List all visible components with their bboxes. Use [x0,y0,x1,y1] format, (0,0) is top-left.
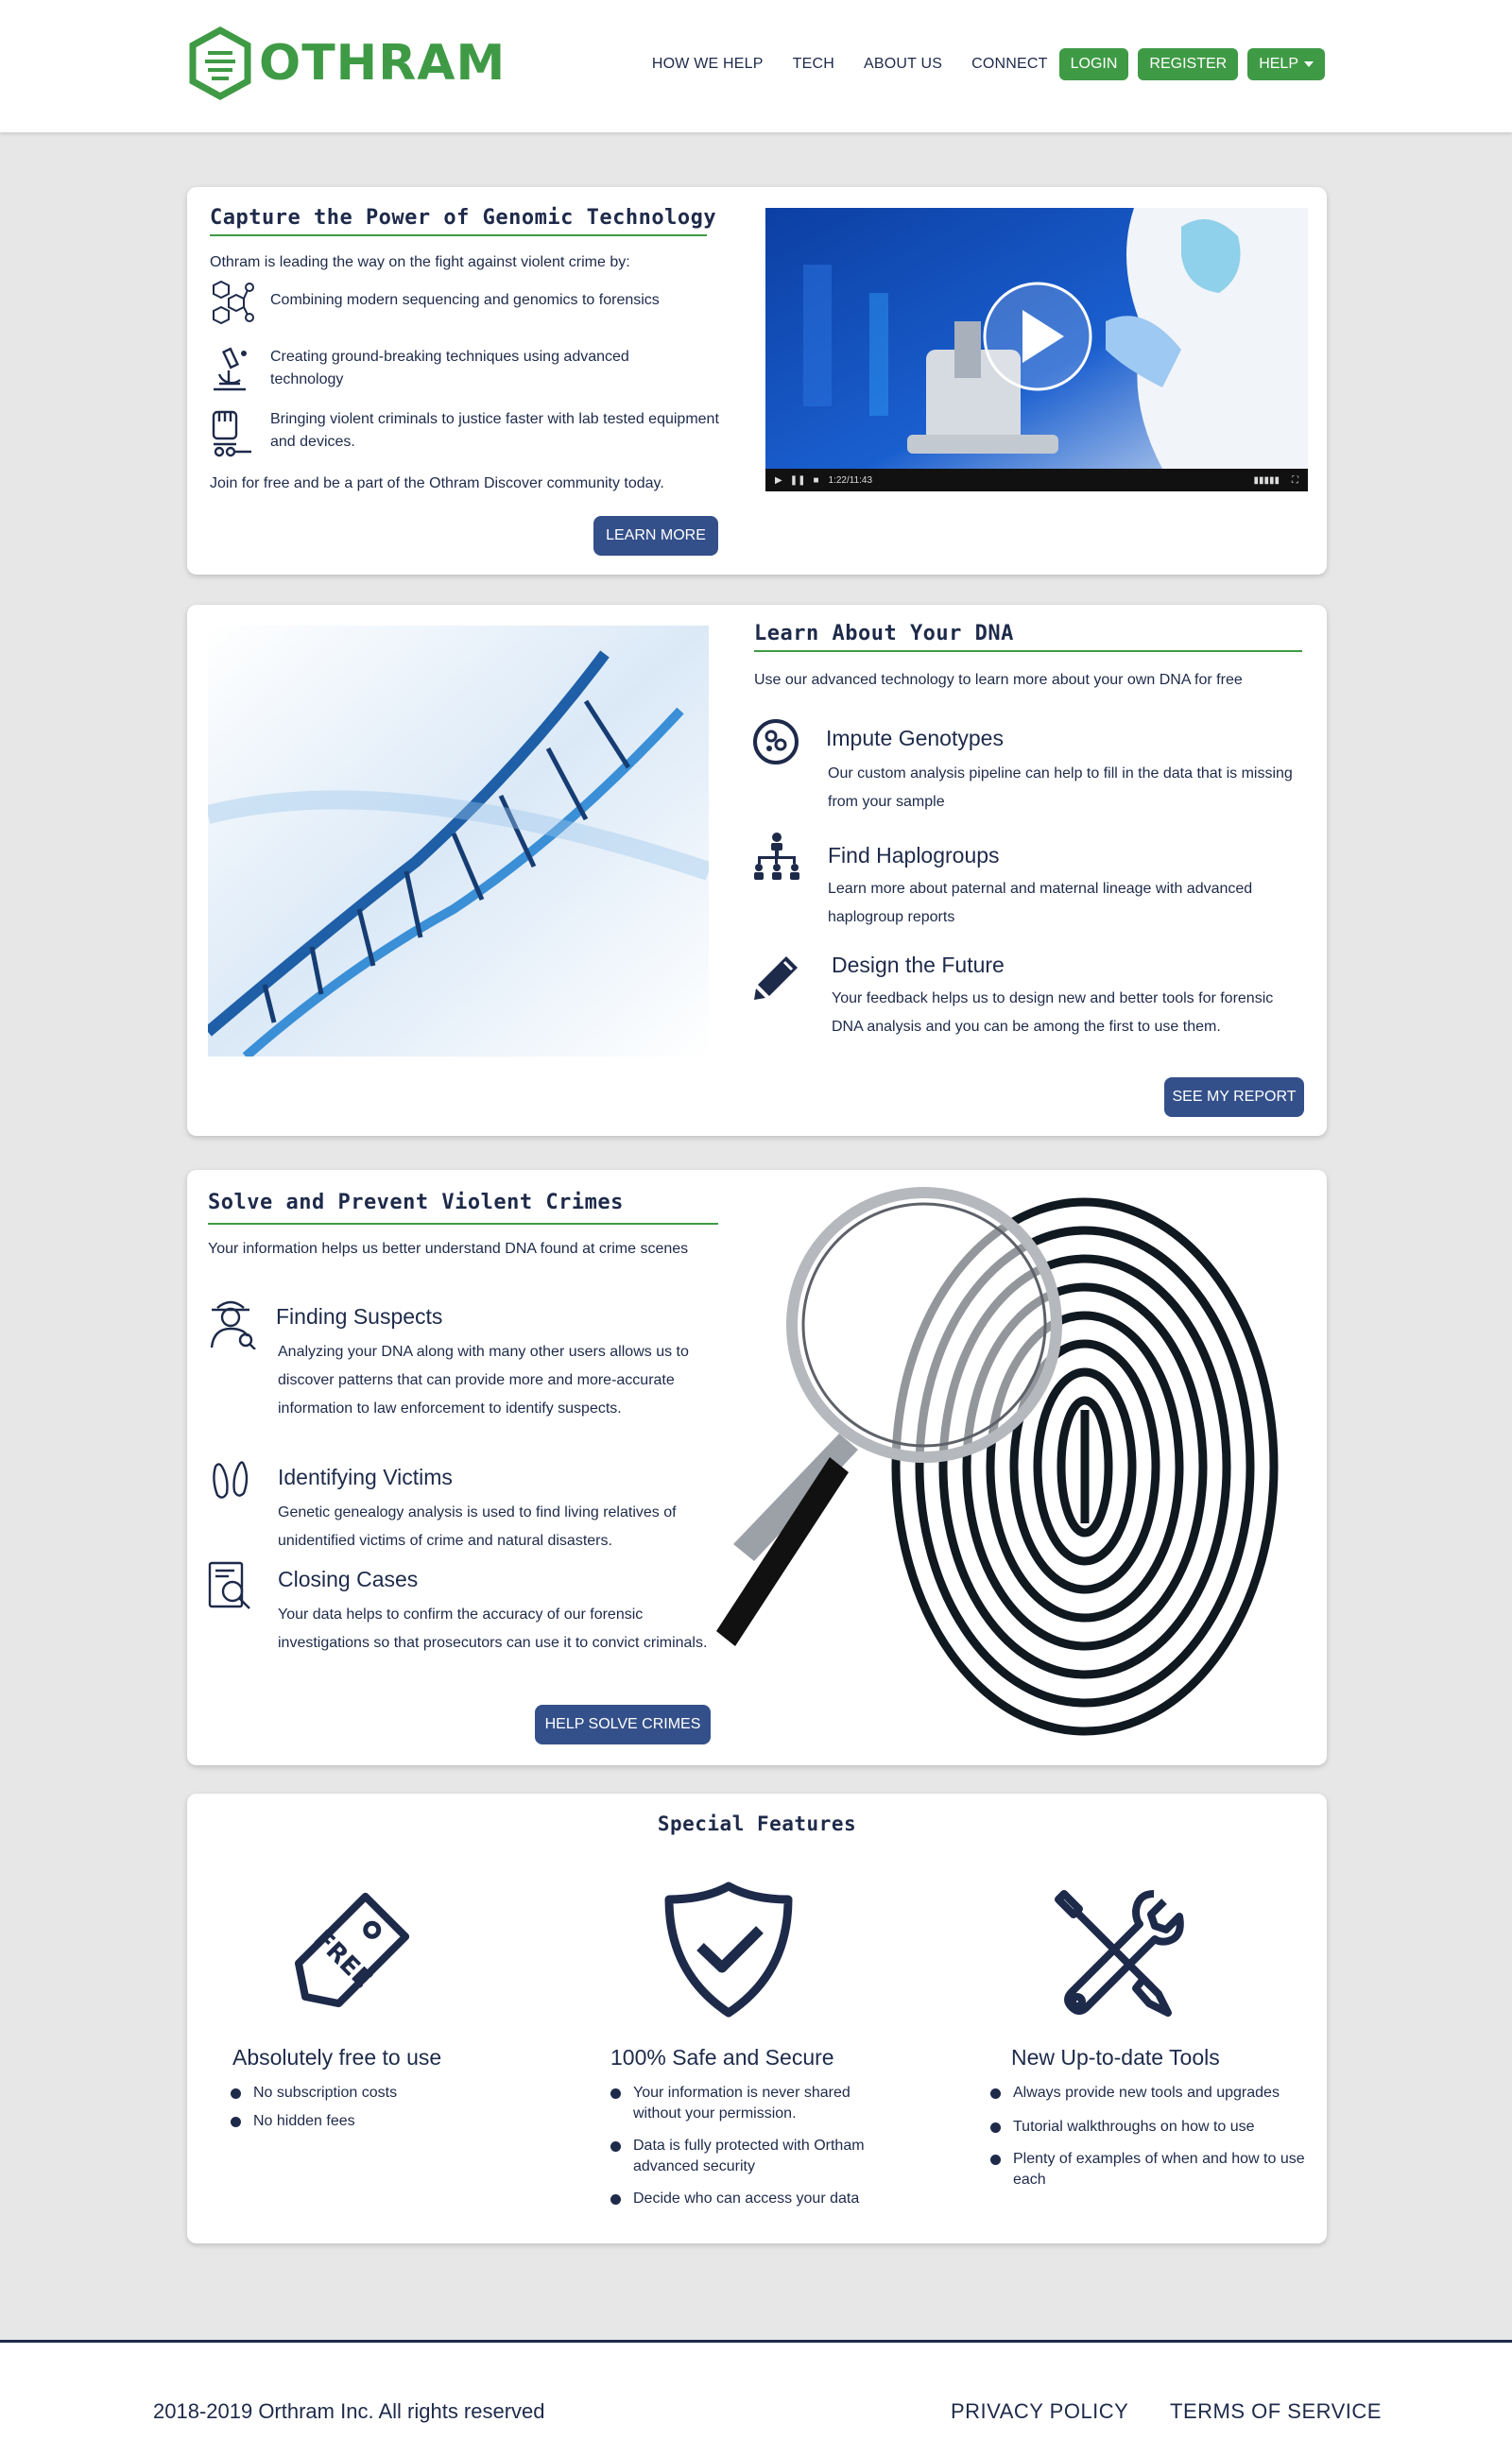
finding-suspects-text: Analyzing your DNA along with many other… [278,1344,689,1417]
closing-cases-text: Your data helps to confirm the accuracy … [278,1606,708,1651]
capture-item-2: Creating ground-breaking techniques usin… [270,349,629,387]
dna-intro: Use our advanced technology to learn mor… [754,672,1243,688]
identifying-victims-title: Identifying Victims [278,1465,453,1489]
terms-of-service-link[interactable]: TERMS OF SERVICE [1170,2399,1382,2424]
dna-helix-image [208,626,709,1057]
learn-more-button[interactable]: LEARN MORE [593,516,718,556]
nav-connect[interactable]: CONNECT [971,56,1048,73]
identifying-victims-text: Genetic genealogy analysis is used to fi… [278,1504,677,1549]
molecule-icon [213,280,254,325]
fullscreen-icon[interactable]: ⛶ [1292,475,1298,486]
footprints-icon [213,1461,249,1499]
crimes-title: Solve and Prevent Violent Crimes [208,1191,624,1214]
capture-join-text: Join for free and be a part of the Othra… [210,475,664,491]
caret-down-icon [1304,61,1314,67]
capture-intro: Othram is leading the way on the fight a… [210,254,630,270]
video-player[interactable]: ▶ ❚❚ ■ 1:22/11:43 ▮▮▮▮▮ ⛶ [765,208,1308,491]
design-future-text: Your feedback helps us to design new and… [832,990,1274,1035]
feature-3-bullet-1: Always provide new tools and upgrades [990,2083,1315,2104]
help-solve-crimes-button[interactable]: HELP SOLVE CRIMES [535,1705,711,1744]
features-card: Special Features FREE Absolutely free to… [187,1794,1327,2243]
detective-icon [210,1300,256,1349]
capture-item-3: Bringing violent criminals to justice fa… [270,411,719,450]
feature-2-bullet-3: Decide who can access your data [610,2189,898,2209]
main-nav: HOW WE HELP TECH ABOUT US CONNECT LOGIN … [652,48,1325,80]
nav-how-we-help[interactable]: HOW WE HELP [652,56,764,73]
features-title: Special Features [657,1813,857,1835]
copyright-text: 2018-2019 Orthram Inc. All rights reserv… [153,2399,545,2423]
title-underline [208,1223,718,1225]
privacy-policy-link[interactable]: PRIVACY POLICY [951,2399,1128,2424]
closing-cases-title: Closing Cases [278,1567,419,1591]
finding-suspects-title: Finding Suspects [276,1304,443,1329]
shield-check-icon [664,1881,793,2018]
design-future-title: Design the Future [832,953,1005,977]
feature-3-bullet-3: Plenty of examples of when and how to us… [990,2149,1315,2191]
hierarchy-icon [754,833,799,880]
pencil-icon [754,956,798,1000]
title-underline [754,650,1302,652]
nav-about-us[interactable]: ABOUT US [864,56,942,73]
feature-2-title: 100% Safe and Secure [610,2045,834,2070]
pause-icon[interactable]: ❚❚ [790,475,806,486]
stop-icon[interactable]: ■ [813,475,818,486]
feature-1-bullet-2: No hidden fees [231,2111,480,2132]
crimes-intro: Your information helps us better underst… [208,1241,689,1257]
dna-card: Learn About Your DNA Use our advanced te… [187,605,1327,1136]
logo[interactable]: OTHRAM [187,26,506,100]
find-haplogroups-title: Find Haplogroups [828,843,1000,868]
crimes-card: Solve and Prevent Violent Crimes Your in… [187,1170,1327,1765]
feature-2-bullet-1: Your information is never shared without… [610,2083,898,2124]
free-tag-icon: FREE [294,1892,410,2008]
feature-1-bullet-1: No subscription costs [231,2083,480,2104]
find-haplogroups-text: Learn more about paternal and maternal l… [828,881,1253,925]
volume-icon[interactable]: ▮▮▮▮▮ [1253,475,1280,486]
hexagon-logo-icon [189,26,251,100]
title-underline [210,234,707,236]
nav-tech[interactable]: TECH [793,56,834,73]
logo-text: OTHRAM [259,35,507,92]
help-label: HELP [1259,56,1298,72]
document-search-icon [208,1561,250,1609]
cell-icon [753,719,799,765]
justice-fist-icon [212,410,251,457]
capture-item-1: Combining modern sequencing and genomics… [270,292,660,308]
feature-3-title: New Up-to-date Tools [1011,2045,1220,2070]
feature-3-bullet-2: Tutorial walkthroughs on how to use [990,2117,1315,2138]
impute-genotypes-title: Impute Genotypes [826,726,1004,750]
video-controls[interactable]: ▶ ❚❚ ■ 1:22/11:43 ▮▮▮▮▮ ⛶ [765,469,1308,491]
see-my-report-button[interactable]: SEE MY REPORT [1164,1077,1304,1117]
play-icon[interactable]: ▶ [775,475,782,486]
dna-title: Learn About Your DNA [754,622,1014,645]
site-footer: 2018-2019 Orthram Inc. All rights reserv… [0,2340,1512,2457]
feature-2-bullet-2: Data is fully protected with Ortham adva… [610,2136,898,2177]
login-button[interactable]: LOGIN [1058,48,1129,80]
video-time: 1:22/11:43 [828,474,873,486]
help-dropdown[interactable]: HELP [1247,48,1325,80]
fingerprint-magnifier-image [716,1187,1279,1736]
tools-icon [1055,1890,1184,2017]
feature-1-title: Absolutely free to use [232,2045,442,2070]
microscope-icon [214,347,247,391]
lab-scientist-image [765,208,1308,491]
impute-genotypes-text: Our custom analysis pipeline can help to… [828,765,1293,810]
capture-card: Capture the Power of Genomic Technology … [187,187,1327,575]
register-button[interactable]: REGISTER [1138,48,1239,80]
capture-title: Capture the Power of Genomic Technology [210,206,717,230]
site-header: OTHRAM HOW WE HELP TECH ABOUT US CONNECT… [0,0,1512,132]
